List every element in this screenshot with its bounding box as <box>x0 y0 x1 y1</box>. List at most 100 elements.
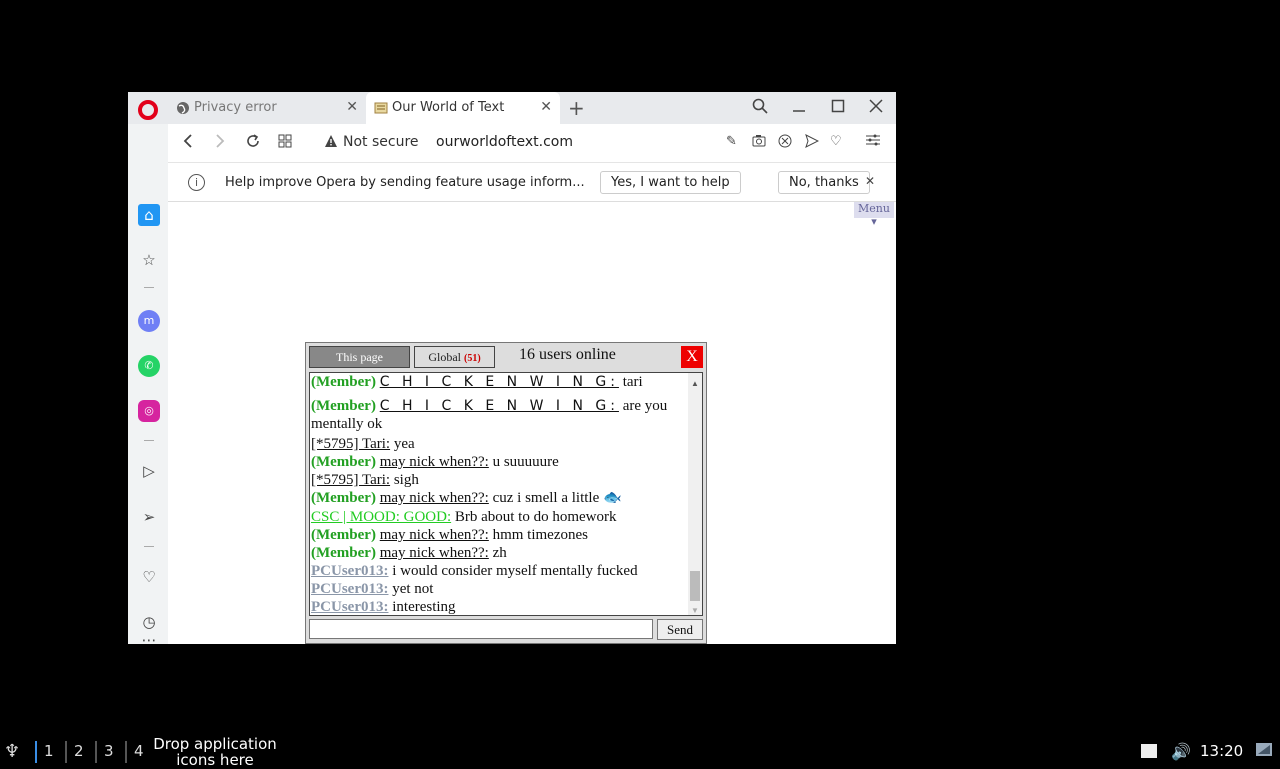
chat-message: (Member) may nick when??: zh <box>311 544 689 562</box>
sidebar-divider <box>144 546 154 547</box>
chat-username[interactable]: PCUser013: <box>311 581 388 597</box>
chat-username[interactable]: [*5795] Tari: <box>311 472 390 488</box>
tab-our-world-of-text[interactable]: Our World of Text ✕ <box>366 92 560 124</box>
chat-message-text: yea <box>390 436 415 452</box>
chat-message-text: u suuuuure <box>488 454 559 470</box>
workspace-separator <box>125 741 127 763</box>
tab-label: Privacy error <box>194 100 277 115</box>
chat-message: (Member) may nick when??: cuz i smell a … <box>311 489 689 507</box>
scroll-down-arrow-icon[interactable]: ▼ <box>691 602 699 615</box>
chat-message-list[interactable]: (Member) C H I C K E N W I N G: tari (Mem… <box>309 372 703 616</box>
sidebar-divider <box>144 440 154 441</box>
snapshot-edit-icon[interactable]: ✎ <box>726 134 737 149</box>
player-icon[interactable]: ▷ <box>138 460 160 482</box>
workspace-2[interactable]: 2 <box>74 742 84 760</box>
clock: 13:20 <box>1200 742 1244 760</box>
workspace-1[interactable]: 1 <box>44 742 54 760</box>
new-tab-plus-icon[interactable]: + <box>568 96 585 120</box>
chat-message: CSC | MOOD: GOOD: Brb about to do homewo… <box>311 508 689 526</box>
tab-privacy-error[interactable]: Privacy error ✕ <box>168 92 366 124</box>
send-button[interactable]: Send <box>657 619 703 640</box>
chat-close-button[interactable]: X <box>681 346 703 368</box>
chat-scrollbar[interactable]: ▲ ▼ <box>688 373 702 615</box>
url-text[interactable]: ourworldoftext.com <box>436 134 573 150</box>
chat-message-text: yet not <box>388 581 434 597</box>
ad-block-icon[interactable] <box>778 134 792 152</box>
global-count-badge: (51) <box>464 353 481 364</box>
chat-username[interactable]: [*5795] Tari: <box>311 436 390 452</box>
workspace-separator <box>35 741 37 763</box>
maximize-icon[interactable] <box>831 98 845 117</box>
opera-logo-icon[interactable] <box>138 100 158 120</box>
chat-username[interactable]: may nick when??: <box>380 454 489 470</box>
tab-close-icon[interactable]: ✕ <box>540 99 552 115</box>
send-to-icon[interactable] <box>805 134 820 152</box>
chat-tab-global[interactable]: Global (51) <box>414 346 495 368</box>
speed-dial-grid-icon[interactable] <box>278 133 292 152</box>
scroll-up-arrow-icon[interactable]: ▲ <box>691 375 699 393</box>
search-icon[interactable] <box>752 98 768 118</box>
chat-username[interactable]: may nick when??: <box>380 527 489 543</box>
notes-icon[interactable] <box>1140 742 1158 764</box>
minimize-icon[interactable] <box>792 98 806 117</box>
workspace-4[interactable]: 4 <box>134 742 144 760</box>
chat-username[interactable]: may nick when??: <box>380 545 489 561</box>
send-icon[interactable]: ➢ <box>138 506 160 528</box>
warning-icon[interactable] <box>324 134 338 152</box>
volume-icon[interactable]: 🔊 <box>1171 742 1191 761</box>
chat-username[interactable]: PCUser013: <box>311 563 388 579</box>
workspace-3[interactable]: 3 <box>104 742 114 760</box>
back-icon[interactable] <box>182 133 194 153</box>
menu-button[interactable]: Menu ▾ <box>854 202 894 228</box>
chat-username[interactable]: may nick when??: <box>380 490 489 506</box>
forward-icon[interactable] <box>214 133 226 153</box>
network-icon[interactable] <box>1255 742 1273 762</box>
launcher-drop-zone[interactable]: Drop application icons here <box>153 736 277 768</box>
camera-icon[interactable] <box>752 134 766 151</box>
chat-message-text: sigh <box>390 472 419 488</box>
decline-button[interactable]: No, thanks <box>778 171 870 194</box>
member-tag: (Member) <box>311 527 376 543</box>
easy-setup-icon[interactable] <box>866 134 880 150</box>
chat-message: PCUser013: i would consider myself menta… <box>311 562 689 580</box>
chat-username[interactable]: C H I C K E N W I N G: <box>380 398 619 414</box>
chat-message: (Member) C H I C K E N W I N G: tari <box>311 373 689 391</box>
chat-message-text: tari <box>618 374 643 390</box>
messenger-icon[interactable]: m <box>138 310 160 332</box>
scrollbar-thumb[interactable] <box>690 571 700 601</box>
chat-username[interactable]: CSC | MOOD: GOOD: <box>311 509 451 525</box>
more-icon[interactable]: ⋯ <box>138 629 160 644</box>
close-window-icon[interactable] <box>869 98 883 117</box>
accept-help-button[interactable]: Yes, I want to help <box>600 171 741 194</box>
instagram-icon[interactable]: ◎ <box>138 400 160 422</box>
reload-icon[interactable] <box>245 133 261 153</box>
home-icon[interactable]: ⌂ <box>138 204 160 226</box>
heart-icon[interactable]: ♡ <box>830 134 842 149</box>
chat-message-text: i would consider myself mentally fucked <box>388 563 638 579</box>
whatsapp-icon[interactable]: ✆ <box>138 355 160 377</box>
info-icon: i <box>188 174 205 191</box>
chat-message: [*5795] Tari: sigh <box>311 471 689 489</box>
chat-message-text: interesting <box>388 599 456 615</box>
desktop: Privacy error ✕ Our World of Text ✕ + No… <box>0 0 1280 768</box>
start-menu-icon[interactable]: ♆ <box>4 741 20 762</box>
chat-username[interactable]: C H I C K E N W I N G: <box>380 374 619 390</box>
users-online-count: 16 users online <box>519 346 616 363</box>
feature-usage-infobar: i Help improve Opera by sending feature … <box>168 162 896 202</box>
chat-username[interactable]: PCUser013: <box>311 599 388 615</box>
chat-message-text: Brb about to do homework <box>451 509 617 525</box>
title-bar: Privacy error ✕ Our World of Text ✕ + <box>128 92 896 124</box>
member-tag: (Member) <box>311 374 376 390</box>
browser-window: Privacy error ✕ Our World of Text ✕ + No… <box>128 92 896 644</box>
tab-label: Our World of Text <box>392 100 505 115</box>
opera-sidebar: ⌂ ☆ m ✆ ◎ ▷ ➢ ♡ ◷ ⋯ <box>128 124 168 644</box>
member-tag: (Member) <box>311 490 376 506</box>
chat-input[interactable] <box>309 619 653 639</box>
chat-tab-this-page[interactable]: This page <box>309 346 410 368</box>
security-status[interactable]: Not secure <box>343 134 419 150</box>
chat-message: PCUser013: interesting <box>311 598 689 615</box>
heart-icon[interactable]: ♡ <box>138 566 160 588</box>
tab-close-icon[interactable]: ✕ <box>346 99 358 115</box>
star-icon[interactable]: ☆ <box>138 249 160 271</box>
close-icon[interactable]: ✕ <box>865 174 875 188</box>
